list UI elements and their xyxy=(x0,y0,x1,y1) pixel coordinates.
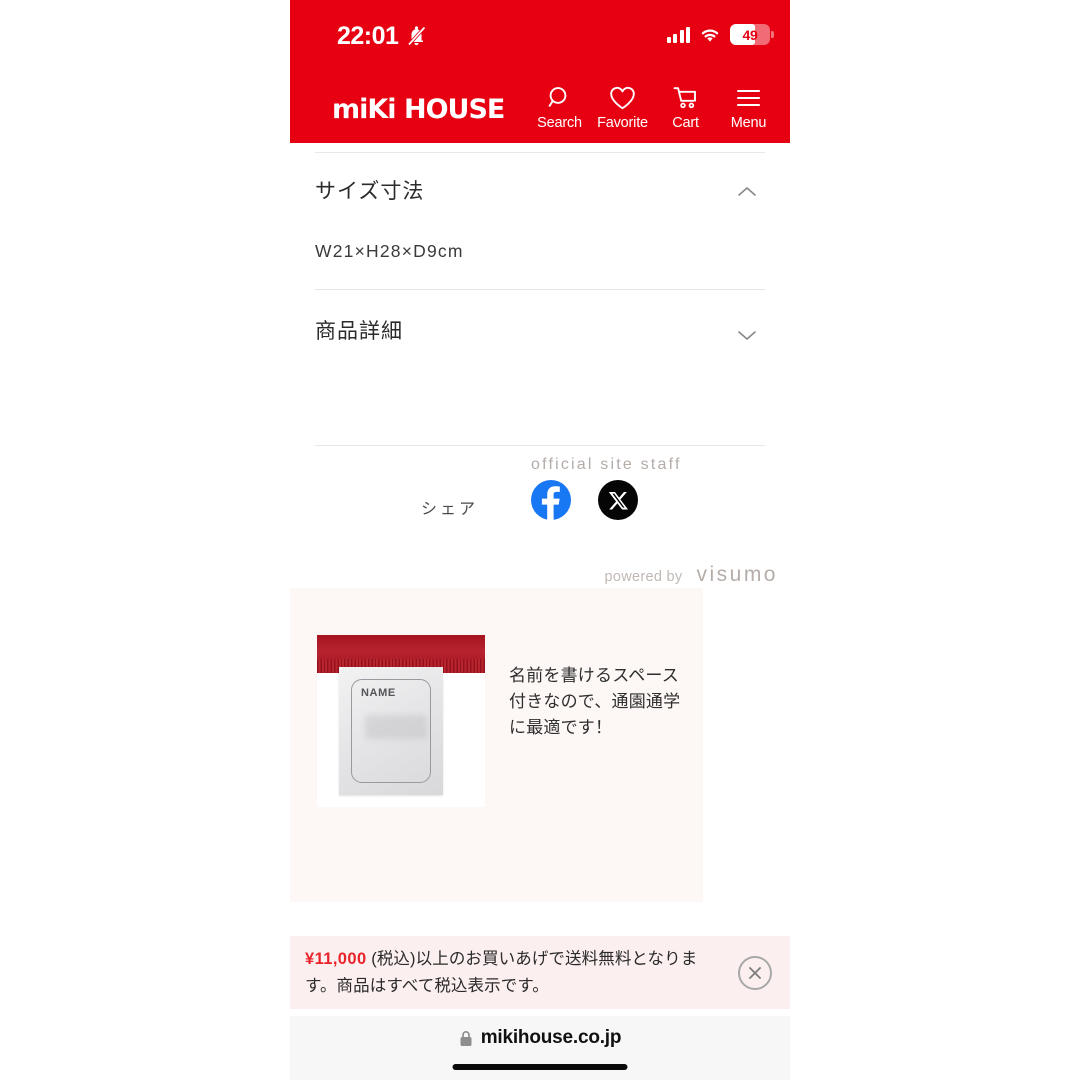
browser-address-bar[interactable]: mikihouse.co.jp xyxy=(290,1016,790,1080)
accordion-size-body: W21×H28×D9cm xyxy=(315,241,464,261)
nav-search-label: Search xyxy=(537,115,582,131)
hamburger-menu-icon xyxy=(735,83,762,113)
free-shipping-threshold: ¥11,000 xyxy=(305,949,367,968)
divider-mid xyxy=(315,289,765,290)
visumo-product-photo[interactable]: NAME xyxy=(317,635,485,807)
nav-menu[interactable]: Menu xyxy=(717,83,780,131)
search-icon xyxy=(547,83,573,113)
share-label: シェア xyxy=(421,501,479,518)
site-header: miKi HOUSE Search Favorite Cart Menu xyxy=(290,72,790,143)
visumo-caption: 名前を書けるスペース付きなので、通園通学に最適です！ xyxy=(509,666,681,737)
home-indicator xyxy=(452,1064,628,1070)
divider-bottom xyxy=(315,445,765,446)
divider-top xyxy=(315,152,765,153)
accordion-size-title: サイズ寸法 xyxy=(315,180,425,203)
wifi-icon xyxy=(701,28,719,42)
cellular-signal-icon xyxy=(666,26,690,43)
status-bar-clock: 22:01 xyxy=(337,22,399,50)
browser-host: mikihouse.co.jp xyxy=(480,1027,622,1048)
visumo-card[interactable]: NAME 名前を書けるスペース付きなので、通園通学に最適です！ xyxy=(290,588,703,902)
visumo-brand-logo: visumo xyxy=(696,563,778,586)
photo-name-tag-label: NAME xyxy=(361,687,396,699)
free-shipping-banner: ¥11,000 (税込)以上のお買いあげで送料無料となります。商品はすべて税込表… xyxy=(290,936,790,1009)
visumo-powered-by: powered by visumo xyxy=(605,563,779,587)
chevron-up-icon[interactable] xyxy=(734,180,760,206)
close-circle-icon[interactable] xyxy=(738,956,772,990)
nav-cart-label: Cart xyxy=(672,115,699,131)
phone-viewport: 22:01 49 miKi HOUSE Search Favorite Cart… xyxy=(290,0,790,1080)
photo-name-tag: NAME xyxy=(339,667,443,795)
free-shipping-text: ¥11,000 (税込)以上のお買いあげで送料無料となります。商品はすべて税込表… xyxy=(305,946,705,999)
nav-cart[interactable]: Cart xyxy=(654,83,717,131)
battery-icon: 49 xyxy=(730,24,774,45)
powered-by-label: powered by xyxy=(604,569,683,585)
photo-name-tag-shadow xyxy=(365,715,427,739)
lock-icon xyxy=(460,1030,472,1046)
browser-url-group[interactable]: mikihouse.co.jp xyxy=(290,1027,790,1049)
heart-icon xyxy=(608,83,637,113)
nav-menu-label: Menu xyxy=(730,115,767,131)
screen-canvas: 22:01 49 miKi HOUSE Search Favorite Cart… xyxy=(0,0,1080,1080)
nav-favorite[interactable]: Favorite xyxy=(591,83,654,131)
bell-slash-icon xyxy=(407,26,426,46)
facebook-share-button[interactable] xyxy=(531,480,571,520)
x-share-button[interactable] xyxy=(598,480,638,520)
facebook-icon xyxy=(541,486,560,520)
nav-favorite-label: Favorite xyxy=(597,115,648,131)
mikihouse-logo[interactable]: miKi HOUSE xyxy=(332,94,505,125)
cart-icon xyxy=(672,83,699,113)
battery-percent: 49 xyxy=(742,26,758,43)
header-nav: Search Favorite Cart Menu xyxy=(528,83,780,131)
nav-search[interactable]: Search xyxy=(528,83,591,131)
accordion-detail-title: 商品詳細 xyxy=(315,320,403,343)
status-bar: 22:01 49 xyxy=(290,0,790,72)
chevron-down-icon[interactable] xyxy=(734,323,760,349)
status-bar-indicators: 49 xyxy=(666,24,774,45)
x-twitter-icon xyxy=(608,491,628,510)
visumo-author: official site staff xyxy=(531,456,682,473)
